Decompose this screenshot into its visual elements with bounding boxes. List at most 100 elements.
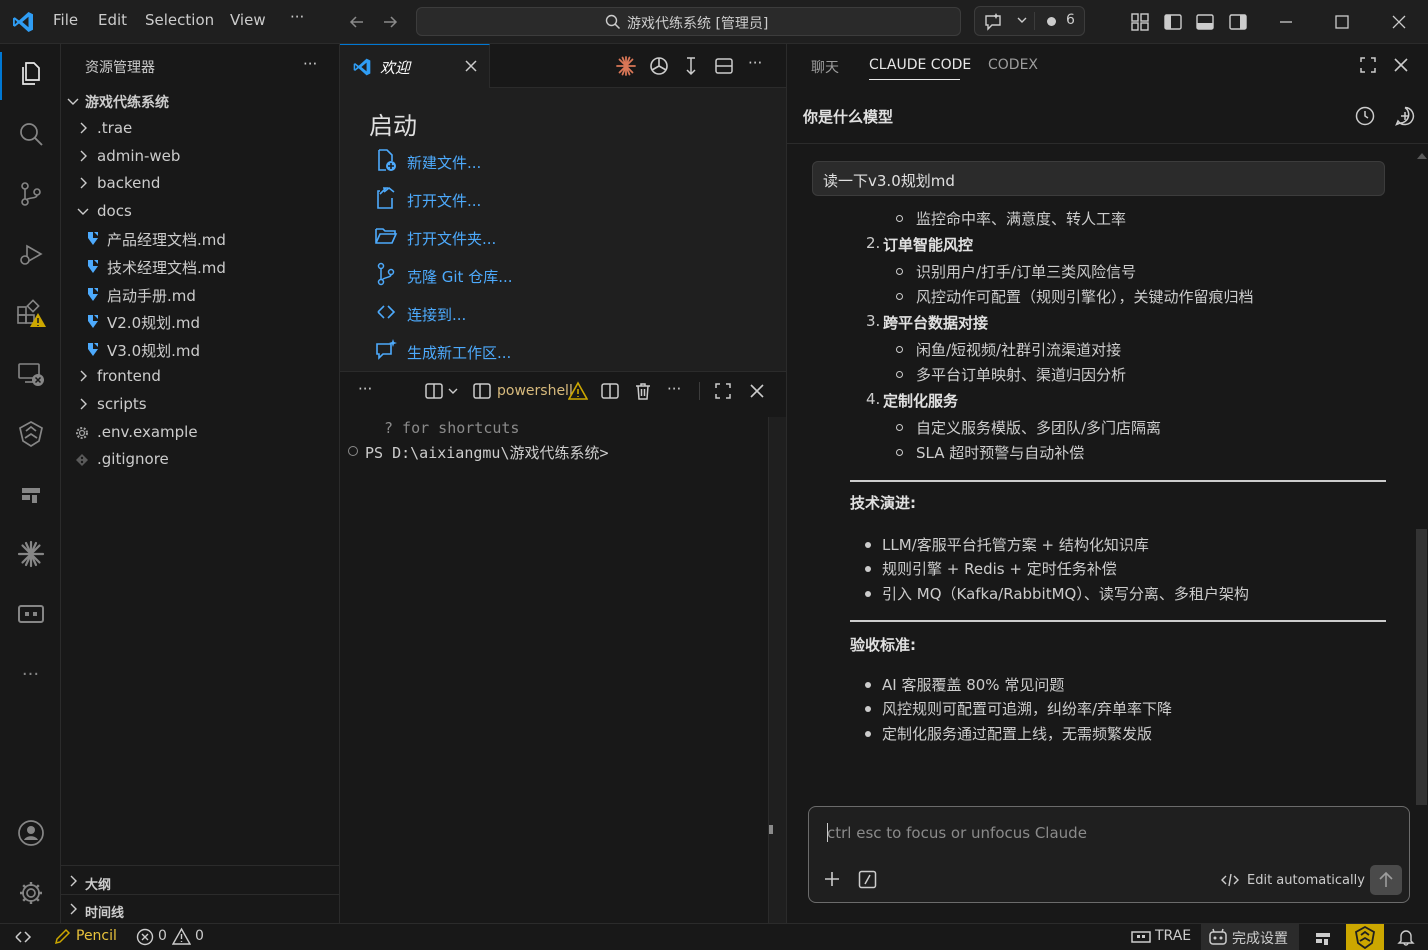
notifications-bell-icon[interactable] — [1397, 928, 1415, 946]
tree-folder-item[interactable]: docs — [61, 199, 340, 225]
warning-icon[interactable] — [172, 927, 191, 946]
trae-agent-icon[interactable] — [0, 410, 61, 458]
slash-command-icon[interactable] — [858, 870, 877, 889]
menu-selection[interactable]: Selection — [145, 11, 214, 29]
minimize-icon[interactable] — [1276, 12, 1296, 32]
command-center-search[interactable]: 游戏代练系统 [管理员] — [416, 7, 961, 36]
sidebar-more-button[interactable]: ··· — [303, 55, 317, 73]
terminal-actions-more[interactable]: ··· — [667, 380, 681, 398]
menu-more[interactable]: ··· — [290, 8, 304, 26]
timeline-section[interactable]: 时间线 — [61, 897, 340, 923]
remote-explorer-icon[interactable] — [0, 350, 61, 398]
tree-folder-item[interactable]: frontend — [61, 364, 340, 390]
agent-status-button[interactable] — [1346, 924, 1384, 950]
chevron-down-icon[interactable] — [447, 385, 459, 397]
openai-icon[interactable] — [648, 55, 670, 77]
remote-indicator-icon[interactable] — [14, 929, 32, 945]
terminal-scrollbar[interactable] — [768, 417, 786, 924]
tree-file-item[interactable]: .env.example — [61, 420, 340, 446]
error-count[interactable]: 0 — [158, 928, 167, 944]
pencil-status[interactable]: Pencil — [76, 928, 117, 944]
code-review-icon[interactable] — [1314, 929, 1334, 947]
error-icon[interactable] — [136, 928, 154, 946]
source-control-icon[interactable] — [0, 170, 61, 218]
chat-toggle[interactable]: 6 — [974, 6, 1085, 36]
menu-file[interactable]: File — [53, 11, 78, 29]
close-window-icon[interactable] — [1389, 12, 1409, 32]
tree-file-item[interactable]: V2.0规划.md — [61, 309, 340, 335]
account-icon[interactable] — [0, 809, 61, 857]
tab-chat[interactable]: 聊天 — [811, 57, 839, 77]
editor-more-icon[interactable]: ··· — [748, 54, 762, 72]
toggle-panel-icon[interactable] — [1195, 12, 1215, 32]
history-icon[interactable] — [1354, 105, 1376, 127]
toggle-secondary-sidebar-icon[interactable] — [1228, 12, 1248, 32]
add-attachment-icon[interactable] — [823, 870, 841, 888]
content-line: 规则引擎 + Redis + 定时任务补偿 — [882, 560, 1117, 578]
code-review-icon[interactable] — [0, 470, 61, 518]
close-tab-icon[interactable] — [464, 59, 478, 73]
open-folder-link[interactable]: 打开文件夹... — [407, 228, 496, 249]
trae-agent-icon — [1354, 925, 1376, 950]
run-debug-icon[interactable] — [0, 230, 61, 278]
tree-root-folder[interactable]: 游戏代练系统 — [61, 89, 340, 115]
connect-to-link[interactable]: 连接到... — [407, 304, 466, 325]
tree-folder-item[interactable]: admin-web — [61, 144, 340, 170]
search-view-icon[interactable] — [0, 110, 61, 158]
chevron-down-icon[interactable] — [1016, 14, 1028, 26]
codex-icon[interactable] — [0, 590, 61, 638]
open-file-link[interactable]: 打开文件... — [407, 190, 481, 211]
tab-claude-code[interactable]: CLAUDE CODE — [869, 57, 971, 73]
outline-section[interactable]: 大纲 — [61, 869, 340, 895]
menu-edit[interactable]: Edit — [98, 11, 127, 29]
tree-file-item[interactable]: 技术经理文档.md — [61, 254, 340, 280]
git-clone-link[interactable]: 克隆 Git 仓库... — [407, 266, 513, 287]
terminal-more-button[interactable]: ··· — [358, 380, 372, 398]
toggle-primary-sidebar-icon[interactable] — [1163, 12, 1183, 32]
forward-arrow-icon[interactable] — [380, 12, 400, 32]
tree-file-item[interactable]: V3.0规划.md — [61, 337, 340, 363]
settings-gear-icon[interactable] — [0, 869, 61, 917]
split-terminal-icon[interactable] — [424, 381, 444, 401]
claude-input-placeholder[interactable]: ctrl esc to focus or unfocus Claude — [827, 824, 1087, 842]
claude-icon[interactable] — [0, 530, 61, 578]
new-file-link[interactable]: 新建文件... — [407, 152, 481, 173]
trae-icon — [1131, 930, 1151, 944]
tree-file-item[interactable]: .gitignore — [61, 447, 340, 473]
tree-file-item[interactable]: 产品经理文档.md — [61, 226, 340, 252]
menu-view[interactable]: View — [230, 11, 266, 29]
customize-layout-icon[interactable] — [1130, 12, 1150, 32]
new-workspace-link[interactable]: 生成新工作区... — [407, 342, 511, 363]
kill-terminal-icon[interactable] — [633, 381, 653, 401]
tab-welcome[interactable]: 欢迎 — [340, 44, 490, 88]
maximize-panel-icon[interactable] — [714, 382, 732, 400]
tree-folder-item[interactable]: .trae — [61, 116, 340, 142]
back-arrow-icon[interactable] — [347, 12, 367, 32]
scroll-up-icon[interactable] — [1417, 152, 1427, 160]
claude-code-icon[interactable] — [616, 56, 636, 76]
tab-codex[interactable]: CODEX — [988, 57, 1038, 73]
setup-status[interactable]: 完成设置 — [1232, 928, 1288, 948]
edit-mode-label[interactable]: Edit automatically — [1247, 873, 1365, 888]
tree-folder-item[interactable]: scripts — [61, 392, 340, 418]
close-panel-icon[interactable] — [749, 383, 765, 399]
warning-count[interactable]: 0 — [195, 928, 204, 944]
maximize-icon[interactable] — [1332, 12, 1352, 32]
compare-changes-icon[interactable] — [682, 56, 700, 76]
split-terminal-icon[interactable] — [600, 381, 620, 401]
maximize-icon[interactable] — [1359, 56, 1377, 74]
claude-input-box[interactable]: ctrl esc to focus or unfocus Claude Edit… — [808, 806, 1410, 903]
more-views-icon[interactable]: ··· — [0, 650, 61, 698]
new-chat-icon[interactable] — [1394, 105, 1416, 127]
split-editor-icon[interactable] — [714, 56, 734, 76]
extensions-icon[interactable] — [0, 290, 61, 338]
explorer-icon[interactable] — [0, 50, 61, 98]
tree-folder-item[interactable]: backend — [61, 171, 340, 197]
close-panel-icon[interactable] — [1393, 57, 1409, 73]
trae-status[interactable]: TRAE — [1155, 928, 1191, 944]
send-button[interactable] — [1370, 865, 1402, 895]
terminal-shell-name[interactable]: powershell — [497, 383, 573, 399]
terminal-decoration-icon — [348, 446, 358, 456]
tree-file-item[interactable]: 启动手册.md — [61, 282, 340, 308]
chat-scroll-thumb[interactable] — [1416, 529, 1427, 805]
